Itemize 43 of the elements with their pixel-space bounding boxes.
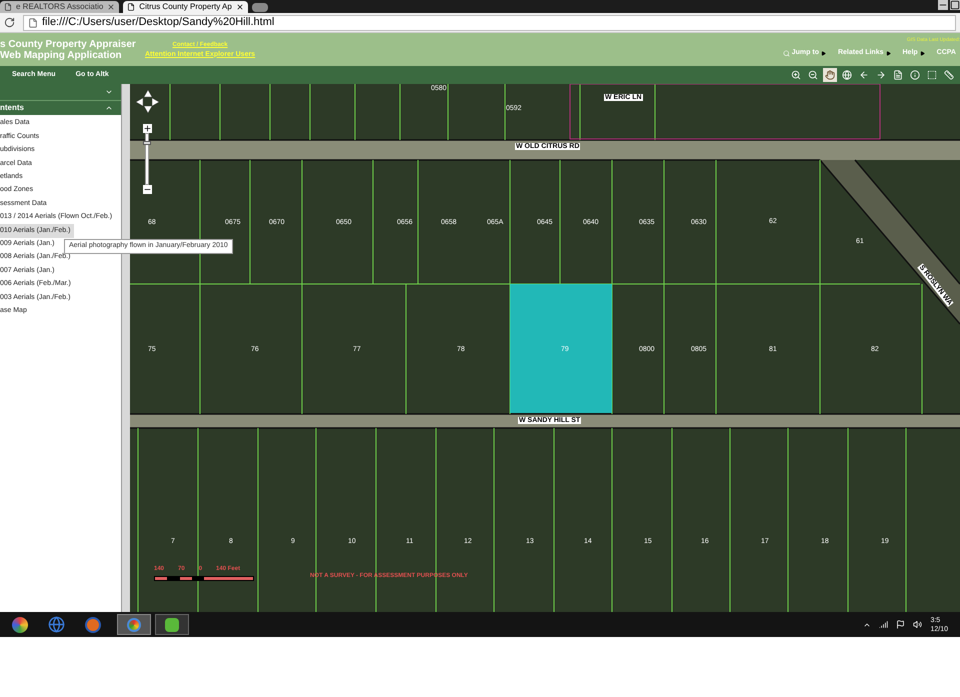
page-icon [4,3,12,11]
globe-icon[interactable] [48,616,65,633]
globe-icon[interactable] [840,68,854,82]
pan-up-icon[interactable] [144,90,152,98]
taskbar-app-button[interactable] [155,614,189,635]
flag-icon[interactable] [896,620,906,629]
play-icon [886,50,890,56]
pan-down-icon[interactable] [144,106,152,114]
volume-icon[interactable] [913,620,922,629]
page-icon [28,18,38,28]
selection-icon[interactable] [925,68,939,82]
close-icon[interactable] [107,3,116,11]
zoom-out-icon[interactable] [806,68,820,82]
contents-header[interactable]: ntents [0,102,24,114]
zoom-track[interactable] [145,133,149,185]
taskbar-app-button[interactable] [117,614,151,635]
browser-tab[interactable]: e REALTORS Associatio [0,1,120,13]
close-icon[interactable] [236,3,244,11]
new-tab-button[interactable] [252,3,268,12]
search-icon [782,50,790,57]
pan-left-icon[interactable] [136,98,144,106]
chevron-down-icon[interactable] [105,88,113,96]
app-title: Web Mapping Application [0,50,122,60]
zoom-in-icon[interactable] [142,124,152,133]
address-bar[interactable]: file:///C:/Users/user/Desktop/Sandy%20Hill.html [23,14,956,30]
pan-right-icon[interactable] [152,98,160,106]
reload-icon[interactable] [4,17,15,28]
play-icon [920,50,925,56]
browser-tab[interactable]: Citrus County Property Ap [123,1,248,13]
aerial-map[interactable] [130,84,960,612]
zoom-thumb[interactable] [143,141,151,146]
app-title: s County Property Appraiser [0,38,137,50]
chevron-up-icon[interactable] [105,104,113,112]
zoom-out-icon[interactable] [142,185,152,194]
ruler-icon[interactable] [942,68,956,82]
signal-icon[interactable] [879,620,888,629]
play-icon [820,50,826,56]
minimize-icon[interactable] [938,0,948,10]
hand-icon[interactable] [823,68,837,82]
info-icon[interactable] [908,68,922,82]
maximize-icon[interactable] [950,0,960,10]
page-icon [127,3,136,11]
zoom-in-icon[interactable] [789,68,803,82]
